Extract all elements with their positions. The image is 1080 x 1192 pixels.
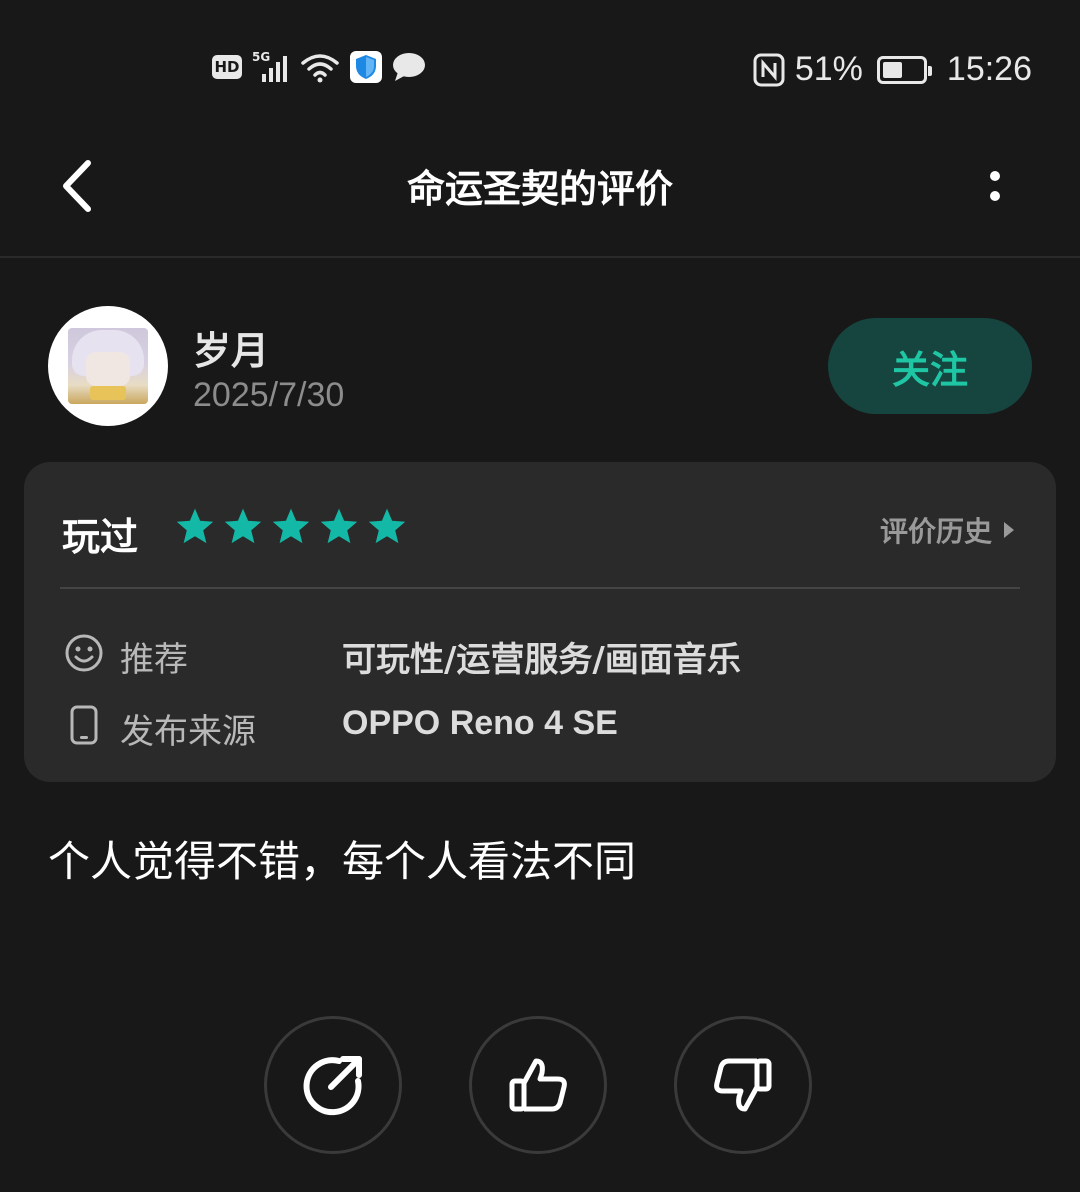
status-bar: HD 5G 51% 15:26 xyxy=(0,0,1080,140)
source-value: OPPO Reno 4 SE xyxy=(342,704,618,742)
smiley-icon xyxy=(65,634,103,672)
hd-icon: HD xyxy=(212,55,242,79)
star-icon xyxy=(368,508,406,544)
message-bubble-icon xyxy=(393,53,425,81)
share-button[interactable] xyxy=(264,1016,402,1154)
recommend-value: 可玩性/运营服务/画面音乐 xyxy=(342,640,741,680)
star-icon xyxy=(272,508,310,544)
star-rating xyxy=(174,506,408,548)
nfc-icon xyxy=(753,53,785,86)
clock: 15:26 xyxy=(946,50,1032,88)
app-bar: 命运圣契的评价 xyxy=(0,140,1080,258)
thumbs-down-icon xyxy=(714,1058,772,1112)
thumbs-up-icon xyxy=(509,1058,567,1112)
rating-history-label: 评价历史 xyxy=(879,515,992,548)
signal-5g-icon: 5G xyxy=(252,50,290,84)
rating-history-link[interactable]: 评价历史 xyxy=(880,510,1016,550)
follow-button[interactable]: 关注 xyxy=(828,318,1032,414)
star-icon xyxy=(176,508,214,544)
author-section: 岁月 2025/7/30 关注 xyxy=(48,306,1032,426)
battery-percent: 51% xyxy=(794,50,863,88)
triangle-right-icon xyxy=(1004,522,1014,538)
battery-icon xyxy=(876,55,932,84)
star-icon xyxy=(320,508,358,544)
like-button[interactable] xyxy=(469,1016,607,1154)
page-title: 命运圣契的评价 xyxy=(406,167,673,211)
recommend-row: 推荐 可玩性/运营服务/画面音乐 xyxy=(60,626,1020,680)
author-name[interactable]: 岁月 xyxy=(193,320,269,375)
dislike-button[interactable] xyxy=(674,1016,812,1154)
avatar[interactable] xyxy=(48,306,168,426)
rating-card: 玩过 评价历史 推荐 可玩性/运营服务/画面音乐 发布来源 OPPO Reno … xyxy=(24,462,1056,782)
source-row: 发布来源 OPPO Reno 4 SE xyxy=(60,698,1020,752)
star-icon xyxy=(224,508,262,544)
battery-level xyxy=(882,61,902,78)
more-vertical-icon xyxy=(990,171,1000,201)
status-left: HD 5G xyxy=(212,50,426,84)
divider xyxy=(60,587,1020,589)
review-date: 2025/7/30 xyxy=(193,376,345,414)
review-text: 个人觉得不错，每个人看法不同 xyxy=(48,837,637,886)
wifi-icon xyxy=(301,54,339,83)
share-icon xyxy=(303,1056,362,1116)
recommend-label: 推荐 xyxy=(120,640,188,680)
played-label: 玩过 xyxy=(62,515,139,559)
source-label: 发布来源 xyxy=(120,712,256,752)
action-bar xyxy=(264,1016,816,1160)
more-button[interactable] xyxy=(970,158,1020,214)
security-shield-icon xyxy=(350,51,382,83)
hd-label: HD xyxy=(214,58,240,76)
phone-icon xyxy=(70,705,98,745)
status-right: 51% 15:26 xyxy=(753,50,1032,89)
